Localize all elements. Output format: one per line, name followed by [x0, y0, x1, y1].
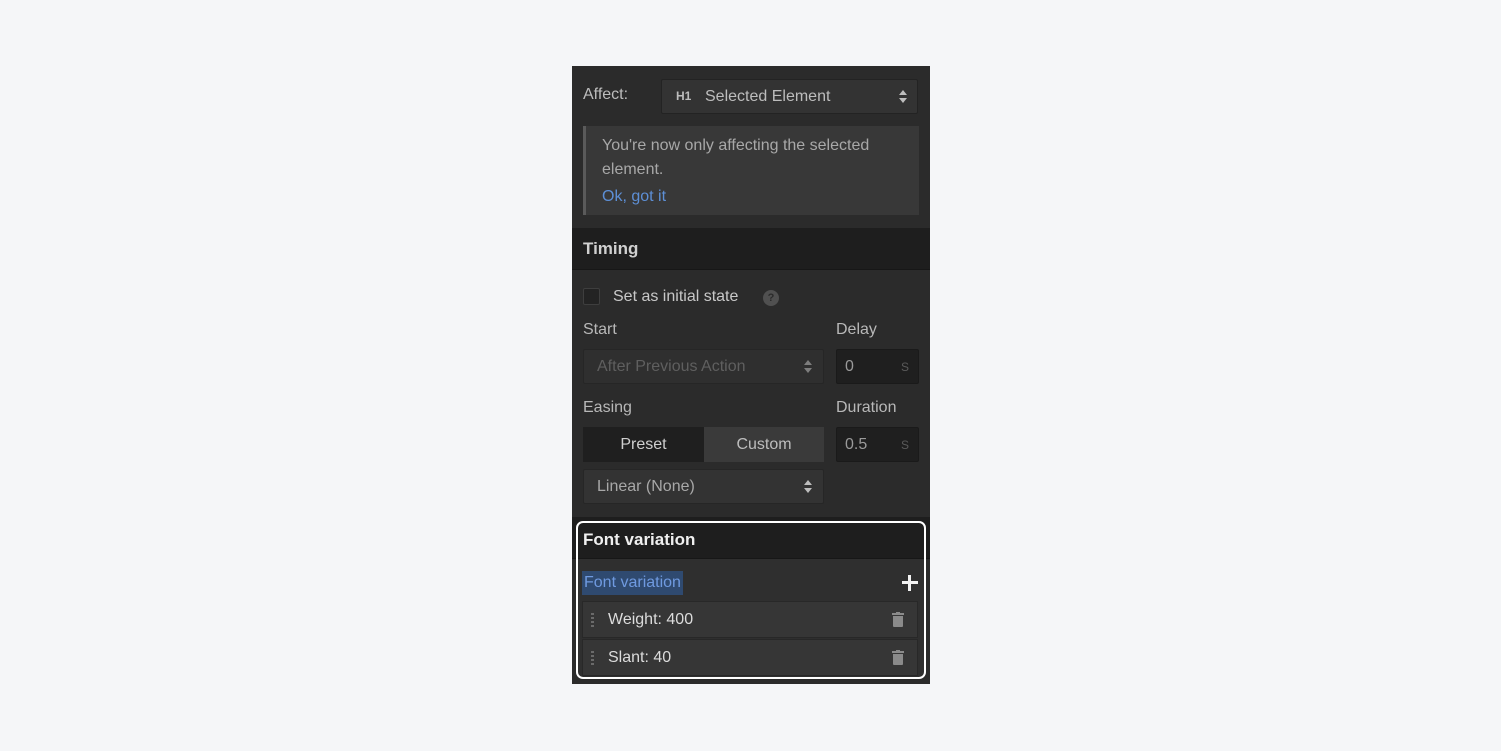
delay-value: 0	[845, 358, 854, 375]
start-value: After Previous Action	[597, 358, 746, 375]
notice-text: You're now only affecting the selected e…	[602, 137, 870, 178]
affect-label: Affect:	[583, 86, 629, 103]
initial-state-checkbox[interactable]	[583, 288, 600, 305]
timing-title: Timing	[583, 239, 639, 258]
start-select[interactable]: After Previous Action	[583, 349, 824, 384]
duration-input[interactable]: 0.5 S	[836, 427, 919, 462]
easing-preset-tab[interactable]: Preset	[583, 427, 704, 462]
heading-tag-icon: H1	[676, 89, 692, 103]
easing-label: Easing	[583, 399, 632, 416]
select-arrows-icon	[803, 359, 813, 375]
initial-state-label: Set as initial state	[613, 288, 739, 305]
easing-select[interactable]: Linear (None)	[583, 469, 824, 504]
animation-settings-panel: Affect: H1 Selected Element You're now o…	[572, 66, 930, 684]
select-arrows-icon	[803, 479, 813, 495]
delay-label: Delay	[836, 321, 877, 338]
affect-selected-value: Selected Element	[705, 88, 831, 105]
duration-label: Duration	[836, 399, 897, 416]
duration-value: 0.5	[845, 436, 868, 453]
easing-value: Linear (None)	[597, 478, 695, 495]
select-arrows-icon	[898, 89, 908, 105]
delay-input[interactable]: 0 S	[836, 349, 919, 384]
timing-section-header[interactable]: Timing	[572, 228, 930, 270]
dismiss-notice-link[interactable]: Ok, got it	[602, 188, 666, 206]
start-label: Start	[583, 321, 617, 338]
delay-unit: S	[900, 360, 909, 374]
font-variation-highlight	[576, 521, 926, 679]
easing-custom-tab[interactable]: Custom	[704, 427, 824, 462]
help-icon[interactable]: ?	[763, 290, 779, 306]
duration-unit: S	[900, 438, 909, 452]
affect-select[interactable]: H1 Selected Element	[661, 79, 918, 114]
